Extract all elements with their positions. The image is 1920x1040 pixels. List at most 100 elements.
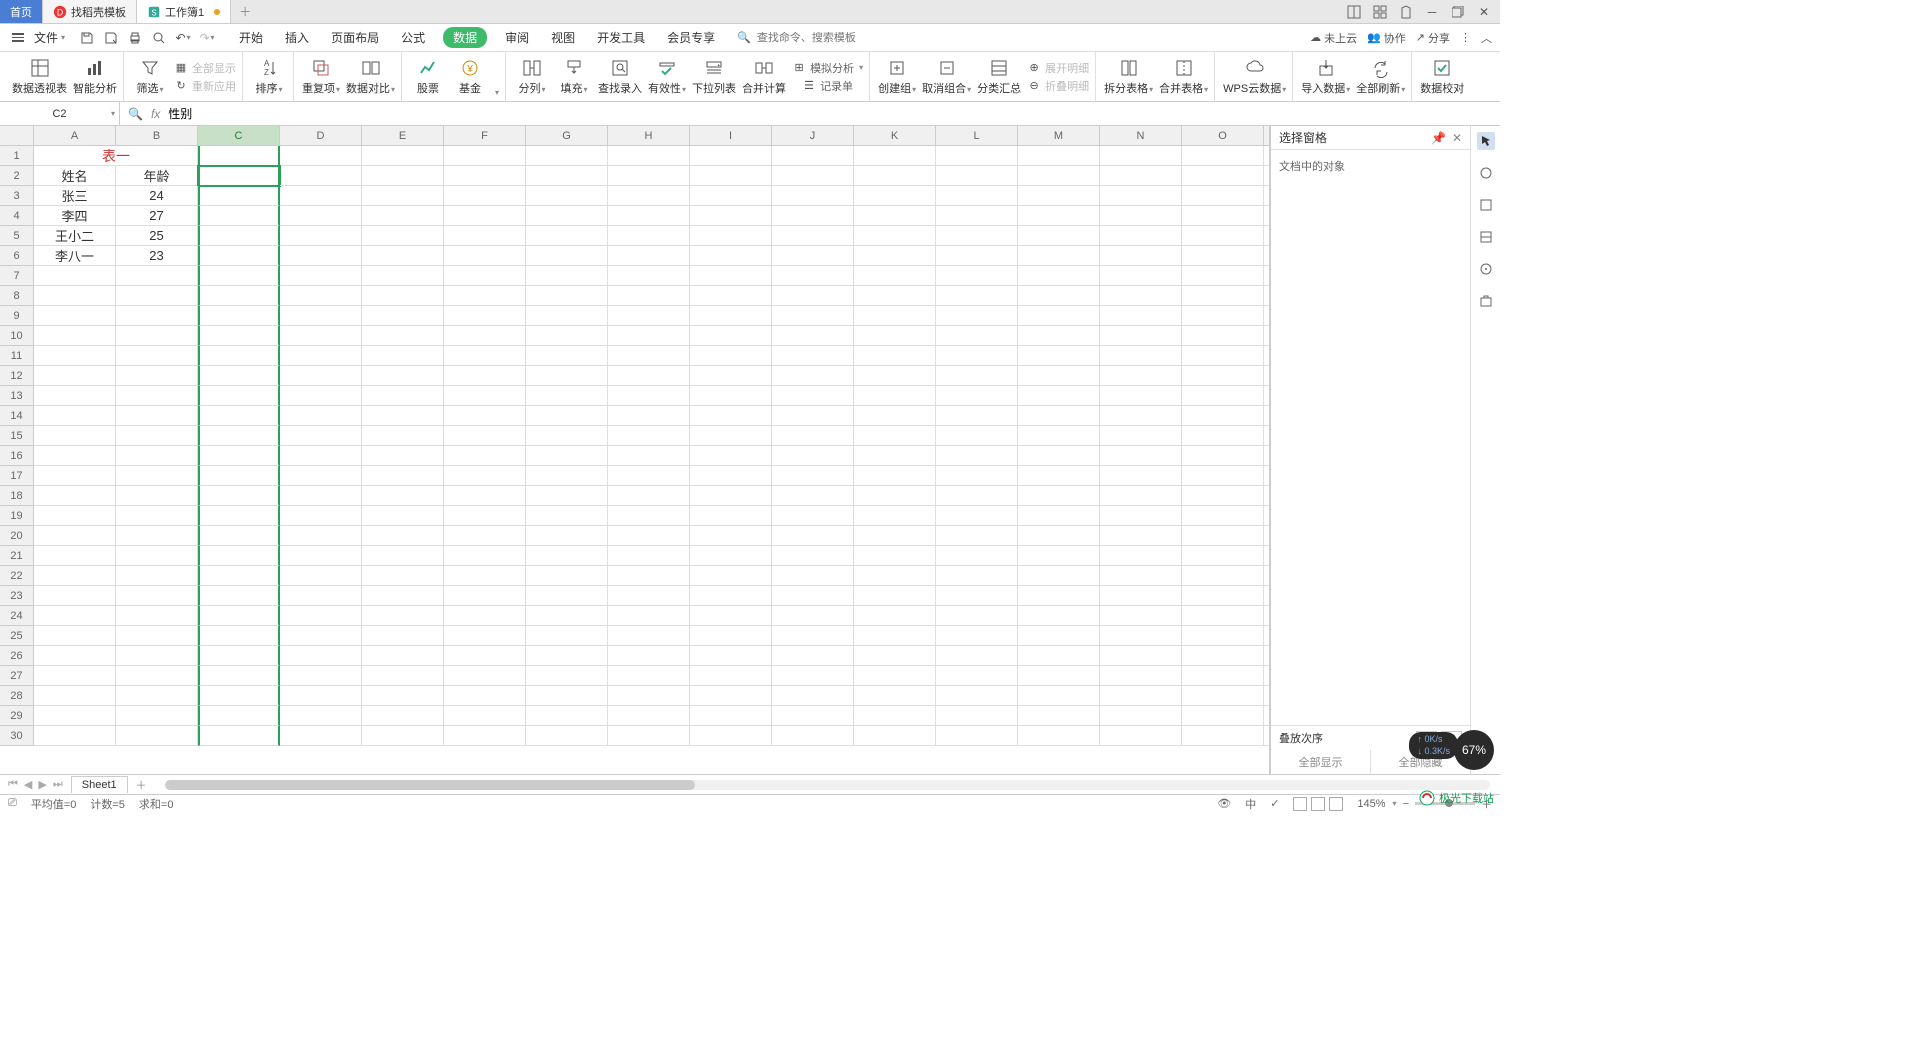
- cell-E3[interactable]: [362, 186, 444, 206]
- cell-C25[interactable]: [198, 626, 280, 646]
- cell-J27[interactable]: [772, 666, 854, 686]
- cell-J30[interactable]: [772, 726, 854, 746]
- close-icon[interactable]: ✕: [1452, 131, 1462, 145]
- spell-icon[interactable]: ✓: [1270, 797, 1279, 810]
- cell-B29[interactable]: [116, 706, 198, 726]
- cell-F16[interactable]: [444, 446, 526, 466]
- cell-J21[interactable]: [772, 546, 854, 566]
- cell-D22[interactable]: [280, 566, 362, 586]
- undo-icon[interactable]: ↶▾: [175, 30, 191, 46]
- cell-B17[interactable]: [116, 466, 198, 486]
- pivot-table-button[interactable]: 数据透视表: [12, 58, 67, 96]
- cell-A7[interactable]: [34, 266, 116, 286]
- add-sheet-button[interactable]: ＋: [128, 777, 155, 793]
- cell-H19[interactable]: [608, 506, 690, 526]
- cell-A2[interactable]: 姓名: [34, 166, 116, 186]
- cell-N7[interactable]: [1100, 266, 1182, 286]
- cell-N29[interactable]: [1100, 706, 1182, 726]
- cell-F3[interactable]: [444, 186, 526, 206]
- cell-K25[interactable]: [854, 626, 936, 646]
- formula-input[interactable]: [168, 107, 1492, 121]
- cell-E11[interactable]: [362, 346, 444, 366]
- cell-C26[interactable]: [198, 646, 280, 666]
- layout-tool-icon[interactable]: [1477, 196, 1495, 214]
- cell-O13[interactable]: [1182, 386, 1264, 406]
- cell-C29[interactable]: [198, 706, 280, 726]
- cell-O2[interactable]: [1182, 166, 1264, 186]
- cell-I13[interactable]: [690, 386, 772, 406]
- cell-E6[interactable]: [362, 246, 444, 266]
- cell-C5[interactable]: [198, 226, 280, 246]
- cell-B26[interactable]: [116, 646, 198, 666]
- cell-C13[interactable]: [198, 386, 280, 406]
- page-layout-view-button[interactable]: [1311, 797, 1325, 811]
- col-header-P[interactable]: P: [1264, 126, 1270, 146]
- col-header-J[interactable]: J: [772, 126, 854, 146]
- cell-K22[interactable]: [854, 566, 936, 586]
- tab-home[interactable]: 首页: [0, 0, 43, 23]
- cell-A10[interactable]: [34, 326, 116, 346]
- cell-G4[interactable]: [526, 206, 608, 226]
- cell-L8[interactable]: [936, 286, 1018, 306]
- cell-M6[interactable]: [1018, 246, 1100, 266]
- cell-P8[interactable]: [1264, 286, 1270, 306]
- collapse-ribbon-icon[interactable]: ︿: [1481, 30, 1492, 46]
- cell-I4[interactable]: [690, 206, 772, 226]
- cell-L7[interactable]: [936, 266, 1018, 286]
- cell-O4[interactable]: [1182, 206, 1264, 226]
- text-to-columns-button[interactable]: 分列▾: [514, 58, 550, 96]
- cell-I9[interactable]: [690, 306, 772, 326]
- cell-B8[interactable]: [116, 286, 198, 306]
- tab-member[interactable]: 会员专享: [663, 25, 719, 50]
- data-proof-button[interactable]: 数据校对: [1420, 58, 1464, 96]
- cell-P30[interactable]: [1264, 726, 1270, 746]
- cell-O19[interactable]: [1182, 506, 1264, 526]
- cell-K5[interactable]: [854, 226, 936, 246]
- hide-all-objects-button[interactable]: 全部隐藏: [1370, 750, 1470, 774]
- cell-D5[interactable]: [280, 226, 362, 246]
- cell-E5[interactable]: [362, 226, 444, 246]
- cell-N11[interactable]: [1100, 346, 1182, 366]
- col-header-O[interactable]: O: [1182, 126, 1264, 146]
- cell-M5[interactable]: [1018, 226, 1100, 246]
- cell-D24[interactable]: [280, 606, 362, 626]
- reapply-button[interactable]: ↻重新应用: [174, 78, 236, 94]
- col-header-E[interactable]: E: [362, 126, 444, 146]
- new-tab-button[interactable]: ＋: [231, 0, 259, 23]
- wps-cloud-data-button[interactable]: WPS云数据▾: [1223, 58, 1286, 96]
- cell-I8[interactable]: [690, 286, 772, 306]
- cell-F28[interactable]: [444, 686, 526, 706]
- cell-A12[interactable]: [34, 366, 116, 386]
- cell-N25[interactable]: [1100, 626, 1182, 646]
- cell-E19[interactable]: [362, 506, 444, 526]
- cell-E25[interactable]: [362, 626, 444, 646]
- cell-C16[interactable]: [198, 446, 280, 466]
- cell-C2[interactable]: [198, 166, 280, 186]
- cell-J19[interactable]: [772, 506, 854, 526]
- save-as-icon[interactable]: [103, 30, 119, 46]
- cell-A19[interactable]: [34, 506, 116, 526]
- cell-I14[interactable]: [690, 406, 772, 426]
- spreadsheet-grid[interactable]: ABCDEFGHIJKLMNOP1表一2姓名年龄3张三244李四275王小二25…: [0, 126, 1270, 774]
- cell-J9[interactable]: [772, 306, 854, 326]
- print-icon[interactable]: [127, 30, 143, 46]
- cell-J18[interactable]: [772, 486, 854, 506]
- cell-J7[interactable]: [772, 266, 854, 286]
- cell-H24[interactable]: [608, 606, 690, 626]
- cell-N3[interactable]: [1100, 186, 1182, 206]
- cell-L16[interactable]: [936, 446, 1018, 466]
- cell-H11[interactable]: [608, 346, 690, 366]
- cell-M10[interactable]: [1018, 326, 1100, 346]
- row-header-1[interactable]: 1: [0, 146, 34, 166]
- cell-L26[interactable]: [936, 646, 1018, 666]
- cell-G15[interactable]: [526, 426, 608, 446]
- cell-D19[interactable]: [280, 506, 362, 526]
- cell-B25[interactable]: [116, 626, 198, 646]
- cell-L1[interactable]: [936, 146, 1018, 166]
- cell-L22[interactable]: [936, 566, 1018, 586]
- record-form-button[interactable]: ☰记录单: [792, 78, 863, 94]
- cell-K16[interactable]: [854, 446, 936, 466]
- cell-F18[interactable]: [444, 486, 526, 506]
- cell-E9[interactable]: [362, 306, 444, 326]
- cell-G13[interactable]: [526, 386, 608, 406]
